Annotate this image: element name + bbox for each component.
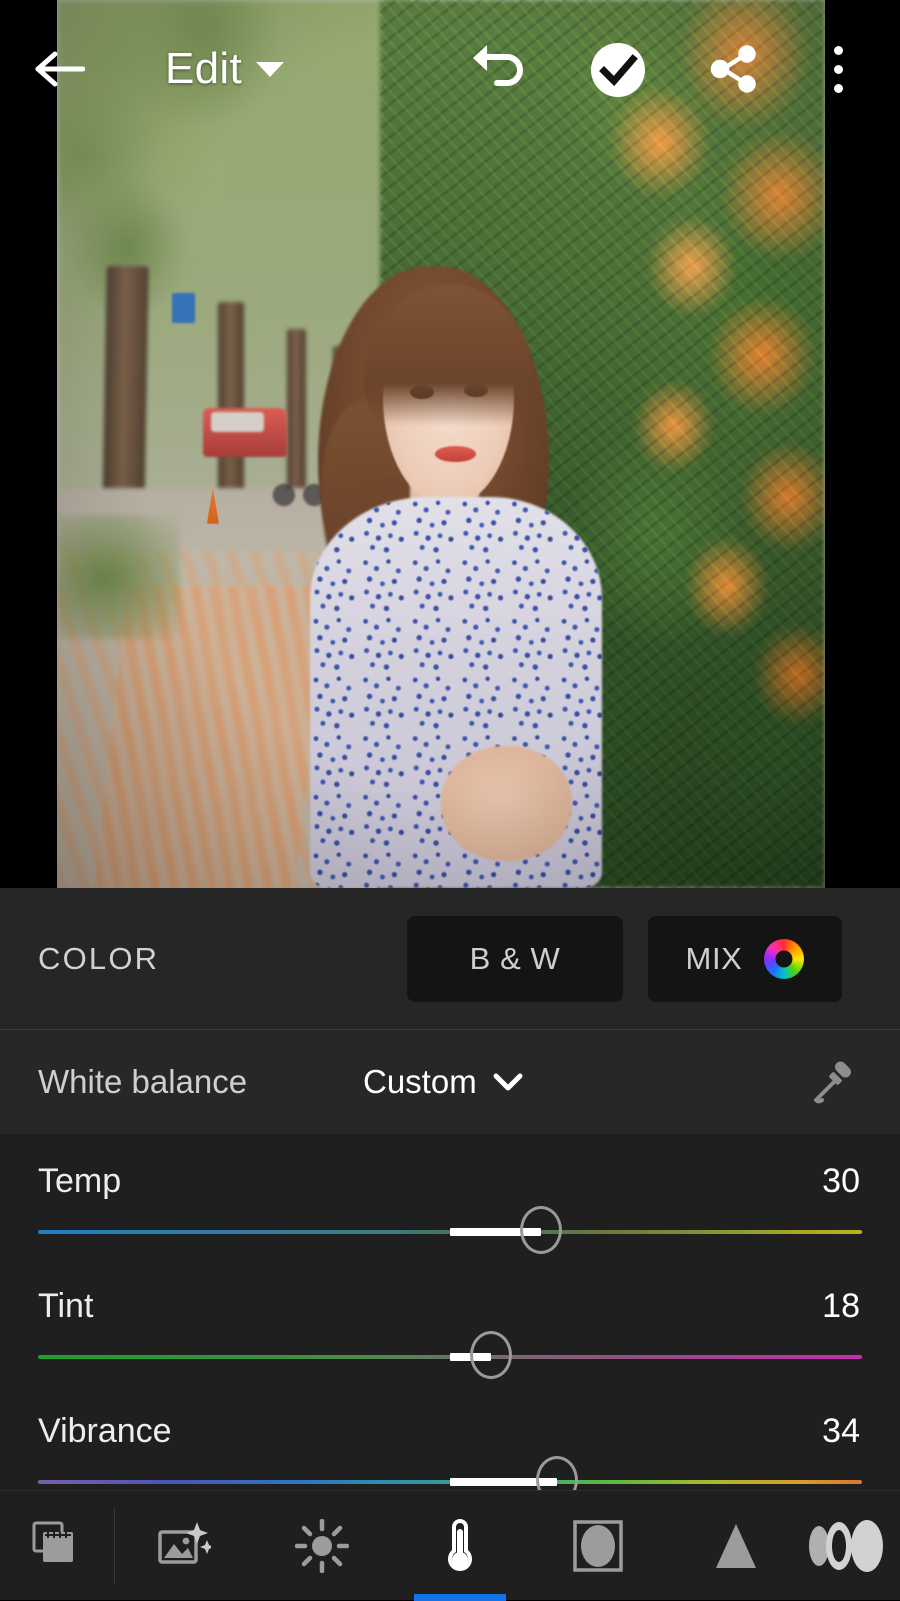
vignette-square-icon [573, 1519, 623, 1572]
white-balance-dropdown[interactable]: Custom [363, 1063, 523, 1101]
sun-icon [295, 1518, 349, 1573]
color-section-header: COLOR B & W MIX [0, 888, 900, 1030]
auto-enhance-image-icon [158, 1521, 211, 1564]
share-button[interactable] [705, 40, 763, 98]
slider-label: Temp [38, 1162, 122, 1200]
bw-button-label: B & W [469, 940, 561, 976]
mix-button-label: MIX [685, 940, 743, 976]
slider-value: 34 [822, 1412, 860, 1450]
presets-stack-icon [32, 1521, 73, 1562]
edit-title-dropdown[interactable]: Edit [165, 38, 285, 100]
toolbar-item-effects[interactable] [529, 1491, 667, 1601]
color-wheel-icon [764, 938, 805, 979]
bottom-toolbar [0, 1490, 900, 1601]
slider-row[interactable]: Tint 18 [0, 1259, 900, 1384]
more-options-button[interactable] [812, 38, 864, 100]
toolbar-item-color[interactable] [391, 1491, 529, 1601]
color-mix-button[interactable]: MIX [648, 915, 842, 1002]
slider-value: 30 [822, 1162, 860, 1200]
back-button[interactable] [30, 40, 88, 98]
toolbar-item-auto[interactable] [115, 1491, 253, 1601]
top-toolbar: Edit [0, 0, 900, 136]
undo-icon [473, 45, 523, 86]
slider-row[interactable]: Temp 30 [0, 1134, 900, 1259]
active-tab-indicator [414, 1593, 506, 1601]
checkmark-icon [591, 43, 645, 97]
toolbar-item-presets[interactable] [0, 1491, 114, 1601]
slider-thumb[interactable] [519, 1206, 562, 1254]
eyedropper-icon[interactable] [810, 1058, 858, 1106]
white-balance-value: Custom [363, 1063, 477, 1100]
undo-button[interactable] [470, 40, 530, 98]
toolbar-item-light[interactable] [253, 1491, 391, 1601]
slider-label: Tint [38, 1287, 94, 1325]
more-vertical-icon [833, 45, 843, 93]
slider-value: 18 [822, 1287, 860, 1325]
thermometer-icon [448, 1518, 472, 1571]
page-title: Edit [165, 44, 243, 93]
back-arrow-icon [35, 51, 85, 87]
section-title: COLOR [38, 940, 160, 976]
triangle-icon [716, 1523, 756, 1568]
white-balance-row: White balance Custom [0, 1030, 900, 1134]
confirm-button[interactable] [590, 42, 646, 98]
slider-label: Vibrance [38, 1412, 172, 1450]
toolbar-item-detail[interactable] [667, 1491, 805, 1601]
toolbar-item-optics[interactable] [805, 1491, 900, 1601]
black-and-white-button[interactable]: B & W [407, 915, 623, 1002]
share-icon [710, 45, 756, 93]
white-balance-label: White balance [38, 1063, 248, 1100]
slider-list: Temp 30 Tint 18 Vibrance 34 [0, 1134, 900, 1509]
lens-rings-icon [809, 1519, 883, 1572]
chevron-down-icon [256, 62, 285, 77]
chevron-down-icon [493, 1073, 523, 1091]
slider-thumb[interactable] [470, 1331, 513, 1379]
